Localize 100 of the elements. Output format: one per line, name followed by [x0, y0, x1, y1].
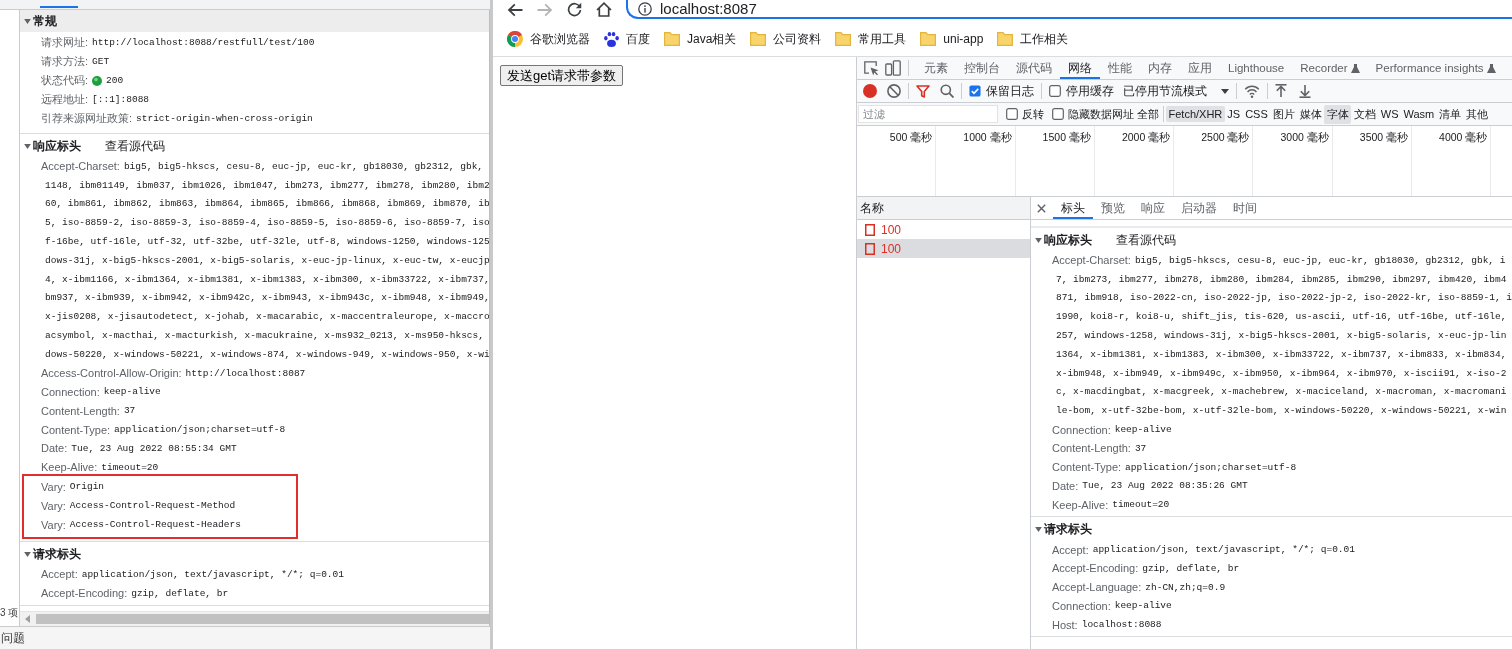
- scrollbar-thumb[interactable]: [36, 614, 489, 624]
- field-label: 请求方法:: [41, 54, 89, 69]
- devtools-tab[interactable]: 性能: [1100, 57, 1140, 79]
- header-name: Keep-Alive:: [41, 461, 98, 474]
- header-value: dows-50220, x-windows-50221, x-windows-874, x-windows-949, x-windows-950, x-wi: [45, 348, 489, 360]
- checkbox-label[interactable]: 反转: [1022, 106, 1044, 122]
- devtools-tab[interactable]: 元素: [916, 57, 956, 79]
- devtools-tab[interactable]: 控制台: [956, 57, 1008, 79]
- header-name: Accept-Encoding:: [41, 587, 128, 600]
- bookmark-item[interactable]: Java相关: [664, 30, 737, 48]
- devtools-tab[interactable]: Recorder: [1292, 57, 1368, 79]
- view-source-link[interactable]: 查看源代码: [105, 138, 165, 155]
- devtools-tab[interactable]: Lighthouse: [1220, 57, 1293, 79]
- field-label: 请求网址:: [41, 35, 89, 50]
- type-filter-button[interactable]: CSS: [1242, 106, 1271, 122]
- detail-tab[interactable]: 标头: [1053, 197, 1093, 219]
- request-row[interactable]: 100: [857, 239, 1030, 258]
- checkbox[interactable]: [1049, 85, 1061, 97]
- checkbox-label[interactable]: 停用缓存: [1066, 83, 1114, 99]
- header-value: 1990, koi8-r, koi8-u, shift_jis, tis-620, us-ascii, utf-16, utf-16be, utf-16le,: [1056, 311, 1507, 323]
- type-filter-button[interactable]: 文档: [1351, 104, 1379, 124]
- folder-icon: [997, 32, 1014, 46]
- header-value: 7, ibm273, ibm277, ibm278, ibm280, ibm284, ibm285, ibm290, ibm297, ibm420, ibm4: [1056, 273, 1507, 285]
- inspect-icon[interactable]: [863, 60, 879, 76]
- header-value: 5, iso-8859-2, iso-8859-3, iso-8859-4, iso-8859-5, iso-8859-6, iso-8859-7, iso: [45, 217, 489, 229]
- close-icon[interactable]: [1037, 203, 1046, 213]
- section-title[interactable]: 响应标头: [1044, 232, 1092, 249]
- wifi-icon[interactable]: [1244, 84, 1260, 98]
- bookmark-item[interactable]: 公司资料: [750, 30, 822, 48]
- throttling-select[interactable]: 已停用节流模式: [1123, 83, 1229, 99]
- search-icon[interactable]: [940, 84, 954, 98]
- header-value: gzip, deflate, br: [1142, 562, 1240, 574]
- record-icon[interactable]: [863, 84, 877, 98]
- type-filter-button[interactable]: 字体: [1324, 104, 1352, 124]
- bookmark-item[interactable]: 常用工具: [835, 30, 907, 48]
- address-bar[interactable]: localhost:8087: [626, 0, 1512, 19]
- caret-down-icon[interactable]: [24, 18, 31, 24]
- section-title[interactable]: 常规: [33, 12, 57, 30]
- type-filter-button[interactable]: 全部: [1134, 104, 1161, 124]
- devtools-tab[interactable]: 网络: [1060, 57, 1100, 79]
- checkbox[interactable]: [969, 85, 981, 97]
- bookmark-item[interactable]: 谷歌浏览器: [507, 30, 590, 48]
- type-filter-button[interactable]: 图片: [1270, 104, 1298, 124]
- bookmark-item[interactable]: uni-app: [920, 32, 984, 46]
- drawer-tab[interactable]: 问题: [0, 629, 25, 647]
- type-filter-button[interactable]: JS: [1224, 106, 1243, 122]
- checkbox[interactable]: [1006, 108, 1018, 120]
- type-filter-button[interactable]: WS: [1378, 106, 1401, 122]
- devices-icon[interactable]: [885, 60, 901, 76]
- header-name: Content-Length:: [1052, 442, 1131, 455]
- checkbox-label[interactable]: 保留日志: [986, 83, 1034, 99]
- type-filter-button[interactable]: Wasm: [1401, 106, 1437, 122]
- column-header[interactable]: 名称: [857, 197, 1030, 220]
- request-row[interactable]: 100: [857, 220, 1030, 239]
- header-value: application/json;charset=utf-8: [114, 424, 286, 436]
- devtools-tab[interactable]: 内存: [1140, 57, 1180, 79]
- clear-icon[interactable]: [887, 84, 901, 98]
- detail-tab[interactable]: 启动器: [1173, 197, 1225, 219]
- timeline-tick-label: 500 毫秒: [889, 131, 933, 143]
- send-request-button[interactable]: 发送get请求带参数: [500, 65, 624, 86]
- back-arrow-icon[interactable]: [507, 2, 523, 17]
- folder-icon: [750, 32, 767, 46]
- section-title[interactable]: 响应标头: [33, 138, 81, 155]
- detail-tab[interactable]: 响应: [1133, 197, 1173, 219]
- type-filter-button[interactable]: 其他: [1463, 104, 1491, 124]
- file-icon: [865, 242, 875, 255]
- folder-icon: [664, 32, 680, 46]
- devtools-tab[interactable]: Performance insights: [1367, 57, 1504, 79]
- type-filter-button[interactable]: Fetch/XHR: [1166, 106, 1225, 122]
- detail-tab[interactable]: 预览: [1093, 197, 1133, 219]
- type-filter-button[interactable]: 清单: [1436, 104, 1464, 124]
- header-name: Accept-Charset:: [1052, 254, 1131, 267]
- checkbox-label[interactable]: 隐藏数据网址: [1068, 106, 1134, 122]
- header-name: Keep-Alive:: [1052, 498, 1109, 511]
- download-icon[interactable]: [1299, 84, 1311, 98]
- bookmark-item[interactable]: 百度: [604, 30, 650, 48]
- field-label: 状态代码:: [41, 73, 89, 88]
- upload-icon[interactable]: [1275, 84, 1287, 98]
- filter-icon[interactable]: [916, 84, 930, 98]
- bookmark-item[interactable]: 工作相关: [997, 30, 1069, 48]
- caret-down-icon[interactable]: [24, 551, 31, 557]
- devtools-tab[interactable]: 源代码: [1008, 57, 1060, 79]
- devtools-tab[interactable]: 应用: [1180, 57, 1220, 79]
- reload-icon[interactable]: [567, 2, 582, 17]
- filter-field[interactable]: 过滤: [858, 105, 998, 123]
- section-title[interactable]: 请求标头: [1044, 521, 1092, 539]
- caret-down-icon[interactable]: [1035, 527, 1042, 533]
- type-filter-button[interactable]: 媒体: [1297, 104, 1325, 124]
- detail-tab[interactable]: 时间: [1225, 197, 1265, 219]
- header-value: application/json, text/javascript, */*; q=0.01: [81, 568, 344, 580]
- header-value: keep-alive: [103, 386, 161, 398]
- section-header-bar[interactable]: 常规: [20, 10, 489, 32]
- checkbox[interactable]: [1052, 108, 1064, 120]
- field-value: strict-origin-when-cross-origin: [136, 113, 313, 124]
- view-source-link[interactable]: 查看源代码: [1116, 232, 1176, 249]
- caret-down-icon[interactable]: [24, 144, 31, 149]
- home-icon[interactable]: [596, 2, 612, 17]
- header-name: Vary:: [41, 499, 66, 512]
- caret-down-icon[interactable]: [1035, 238, 1042, 243]
- section-title[interactable]: 请求标头: [33, 545, 81, 563]
